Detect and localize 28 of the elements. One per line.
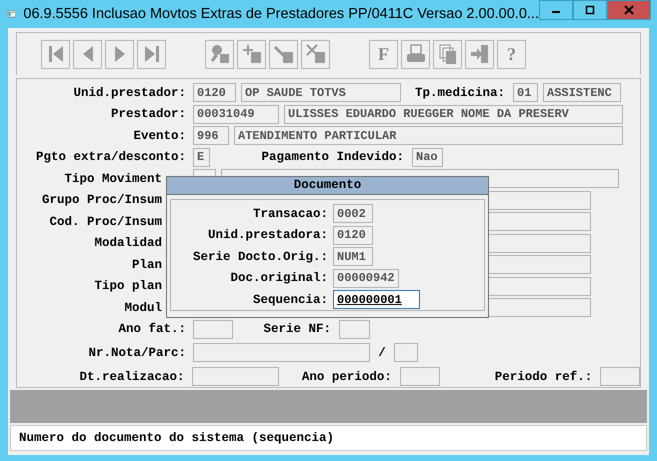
field-label: Cod. Proc/Insum	[48, 214, 162, 229]
field-label: Tp.medicina:	[414, 86, 506, 100]
dialog-title: Documento	[167, 177, 488, 195]
field-label: Evento:	[132, 128, 186, 143]
field-label: Pagamento Indevido:	[260, 150, 405, 164]
field-label: Modul	[123, 300, 162, 315]
field-label: Periodo ref.:	[494, 370, 594, 384]
field-label: Doc.original:	[229, 271, 328, 286]
field-label: Tipo plan	[93, 279, 162, 294]
field-label: Prestador:	[110, 107, 186, 122]
field-label: Serie NF:	[262, 322, 332, 336]
field-label: Ano fat.:	[117, 322, 186, 336]
field-label: Ano periodo:	[300, 370, 393, 384]
field-label: Pgto extra/desconto:	[34, 150, 186, 164]
field-label: Sequencia:	[252, 292, 328, 307]
status-text: Numero do documento do sistema (sequencia)	[19, 431, 334, 445]
field-label: Grupo Proc/Insum	[40, 193, 162, 208]
window-title: 06.9.5556 Inclusao Movtos Extras de Prestadores PP/0411C Versao 2.00.00.0...	[23, 6, 539, 22]
slash-separator: /	[377, 346, 387, 360]
field-label: Unid.prestadora:	[206, 228, 328, 242]
field-label: Modalidad	[93, 236, 162, 250]
field-label: Dt.realizacao:	[78, 370, 185, 384]
field-label: Tipo Moviment	[63, 172, 162, 186]
field-label: Serie Docto.Orig.:	[192, 250, 328, 264]
field-label: Nr.Nota/Parc:	[87, 346, 186, 360]
field-label: Unid.prestador:	[72, 86, 186, 100]
field-label: Plan	[130, 258, 162, 272]
field-label: Transacao:	[252, 206, 328, 221]
